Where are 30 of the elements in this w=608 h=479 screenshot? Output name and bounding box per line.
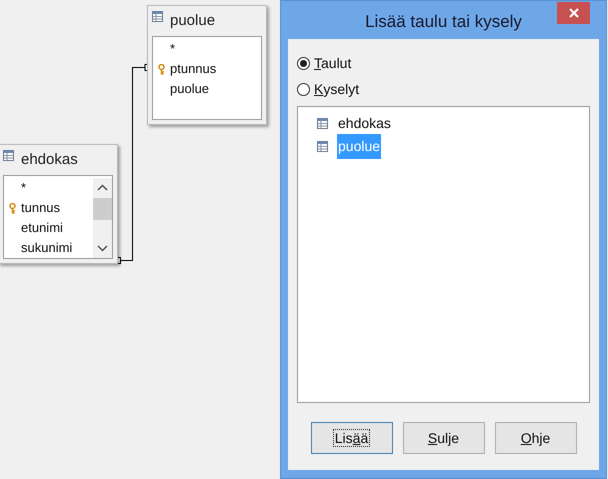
radio-label[interactable]: Kyselyt: [314, 78, 360, 100]
table-title: puolue: [170, 10, 216, 31]
close-button[interactable]: [557, 2, 590, 24]
scroll-thumb[interactable]: [93, 198, 112, 220]
dialog-button[interactable]: Lisää: [310, 422, 392, 454]
radio-button[interactable]: [297, 56, 310, 70]
field-name[interactable]: puolue: [170, 79, 210, 99]
field-name[interactable]: ptunnus: [170, 59, 216, 79]
table-window[interactable]: ehdokas * tunnus etunimi sukunimi: [0, 144, 118, 264]
radio-label[interactable]: Taulut: [314, 52, 352, 74]
table-icon: [3, 150, 14, 161]
field-name[interactable]: etunimi: [21, 218, 63, 238]
table-icon: [317, 141, 328, 152]
field-name[interactable]: sukunimi: [21, 238, 72, 258]
dialog-title: Lisää taulu tai kysely: [365, 11, 522, 33]
scrollbar[interactable]: [93, 178, 112, 258]
field-name[interactable]: *: [170, 39, 176, 59]
close-icon: [568, 8, 578, 18]
list-item[interactable]: ehdokas: [337, 111, 392, 136]
table-title: ehdokas: [21, 150, 78, 170]
dialog-button[interactable]: Sulje: [402, 422, 484, 454]
table-window[interactable]: puolue * ptunnus puolue: [147, 5, 267, 125]
scroll-up-icon[interactable]: [97, 184, 108, 191]
field-name[interactable]: *: [21, 178, 26, 198]
table-icon: [152, 11, 163, 22]
scroll-down-icon[interactable]: [97, 245, 108, 252]
field-name[interactable]: tunnus: [21, 198, 60, 218]
table-icon: [317, 118, 328, 129]
dialog-button[interactable]: Ohje: [494, 422, 576, 454]
radio-button[interactable]: [297, 82, 310, 96]
